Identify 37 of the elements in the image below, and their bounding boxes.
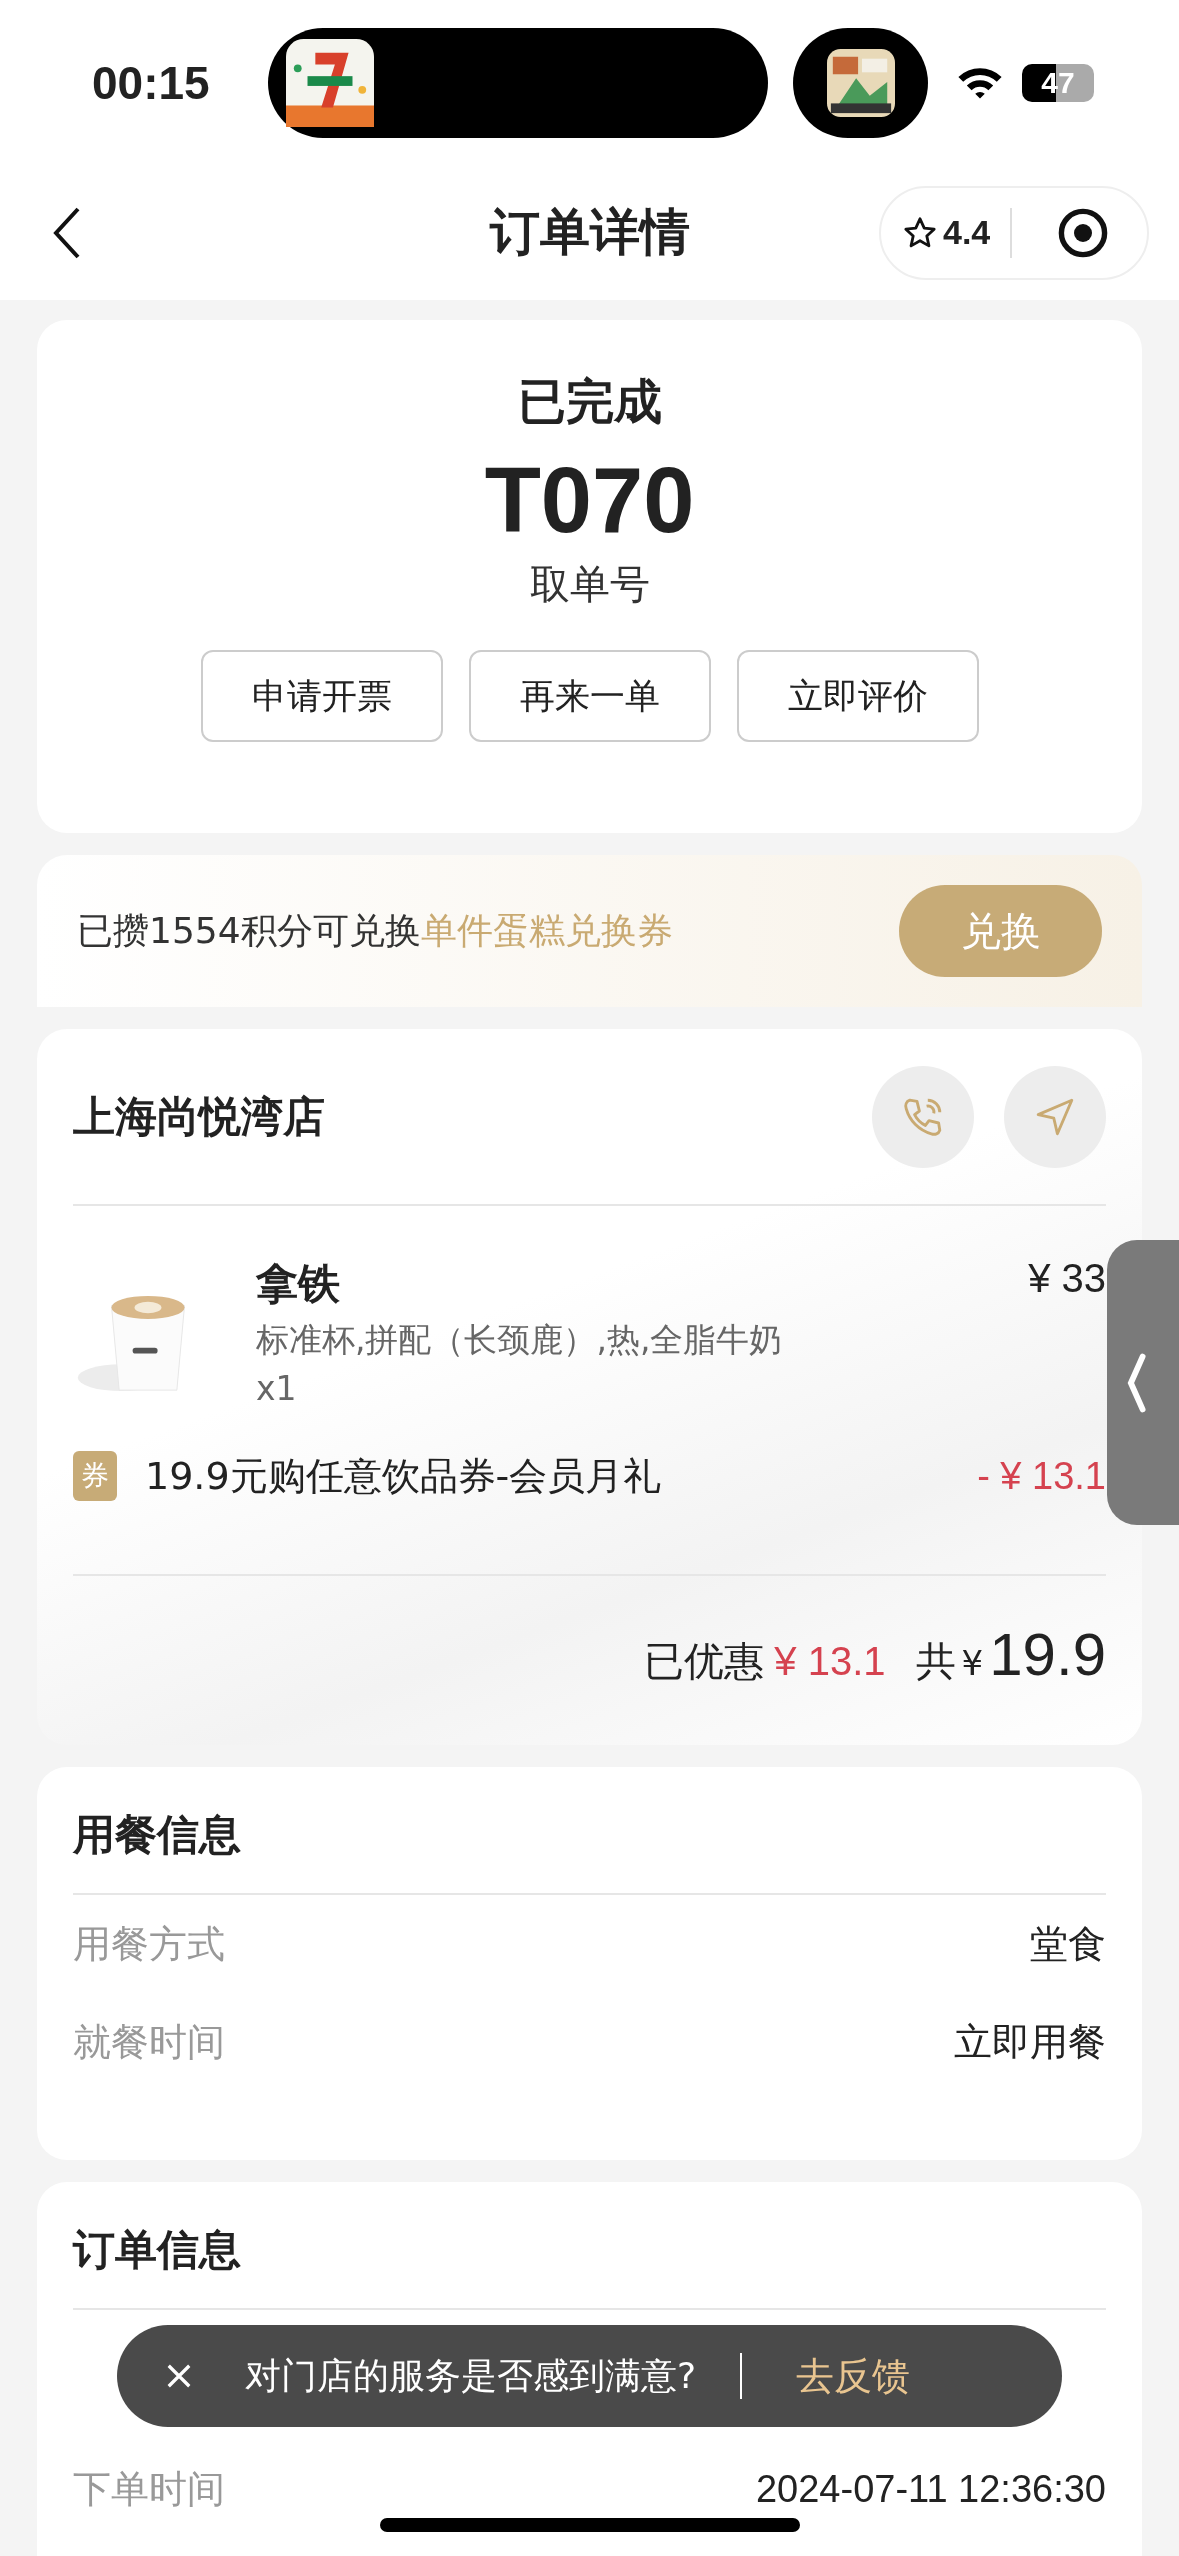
product-name: 拿铁 bbox=[256, 1258, 341, 1310]
order-status: 已完成 bbox=[517, 372, 662, 431]
star-icon[interactable] bbox=[903, 215, 937, 250]
action-button[interactable]: 申请开票 bbox=[200, 650, 443, 743]
side-tab[interactable] bbox=[1107, 1240, 1179, 1525]
discount-label: 已优惠 bbox=[644, 1637, 765, 1686]
product-price: ¥ 33 bbox=[1028, 1256, 1106, 1302]
close-icon[interactable] bbox=[165, 2362, 193, 2390]
product-options: 标准杯,拼配（长颈鹿）,热,全脂牛奶 bbox=[256, 1318, 783, 1363]
total-label: 共 bbox=[915, 1637, 956, 1686]
section-title: 订单信息 bbox=[73, 2224, 242, 2276]
pickup-code: T070 bbox=[484, 450, 695, 552]
currency-symbol: ¥ bbox=[961, 1643, 984, 1683]
status-time: 00:15 bbox=[92, 55, 211, 110]
action-button[interactable]: 立即评价 bbox=[736, 650, 979, 743]
rating-value: 4.4 bbox=[943, 213, 991, 252]
product-quantity: x1 bbox=[256, 1369, 298, 1408]
coupon-badge: 券 bbox=[73, 1451, 117, 1501]
info-value: 立即用餐 bbox=[954, 2019, 1106, 2065]
back-icon[interactable] bbox=[52, 205, 82, 260]
coupon-name: 19.9元购任意饮品券-会员月礼 bbox=[145, 1452, 662, 1500]
section-title: 用餐信息 bbox=[73, 1809, 242, 1861]
info-value: 堂食 bbox=[1030, 1921, 1106, 1967]
discount-amount: ¥ 13.1 bbox=[774, 1639, 886, 1684]
toast-message: 对门店的服务是否感到满意? bbox=[245, 2353, 697, 2398]
points-text: 已攒1554积分可兑换单件蛋糕兑换券 bbox=[77, 908, 673, 953]
feedback-link[interactable]: 去反馈 bbox=[796, 2350, 911, 2402]
info-label: 下单时间 bbox=[73, 2465, 225, 2513]
coupon-discount: - ¥ 13.1 bbox=[977, 1454, 1106, 1498]
total-amount: 19.9 bbox=[989, 1620, 1106, 1689]
info-label: 用餐方式 bbox=[73, 1920, 225, 1968]
page-title: 订单详情 bbox=[489, 202, 690, 263]
info-label: 就餐时间 bbox=[73, 2018, 225, 2066]
store-name: 上海尚悦湾店 bbox=[73, 1090, 325, 1143]
info-value: 2024-07-11 12:36:30 bbox=[755, 2467, 1106, 2511]
pickup-label: 取单号 bbox=[529, 560, 650, 610]
action-button[interactable]: 再来一单 bbox=[468, 650, 711, 743]
